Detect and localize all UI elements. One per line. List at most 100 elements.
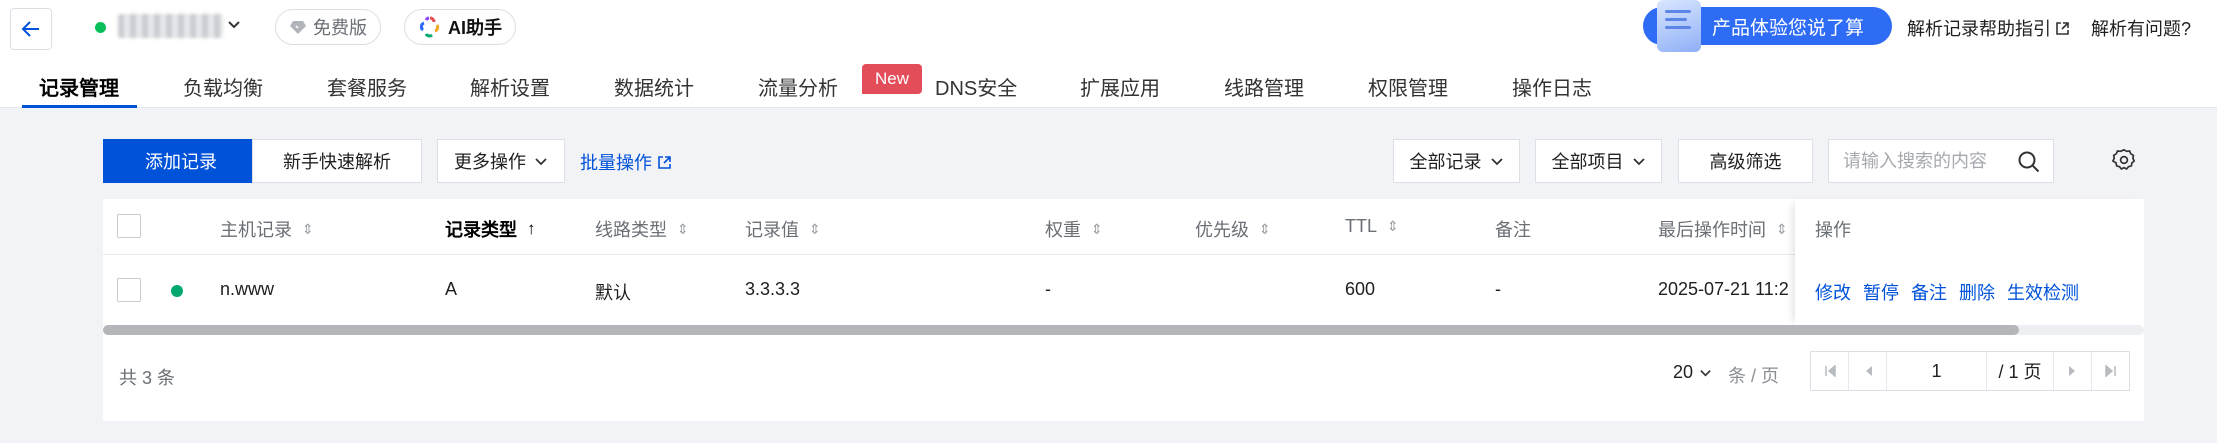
diamond-icon xyxy=(290,21,306,34)
pagination: / 1 页 xyxy=(1810,351,2130,391)
gear-icon[interactable] xyxy=(2112,148,2136,172)
tab-line-management[interactable]: 线路管理 xyxy=(1224,72,1304,101)
total-count: 共 3 条 xyxy=(119,368,176,388)
chevron-down-icon xyxy=(1632,158,1645,166)
cell-line: 默认 xyxy=(595,283,631,303)
survey-document-icon xyxy=(1657,0,1701,52)
chevron-down-icon xyxy=(535,158,547,166)
cell-ttl: 600 xyxy=(1345,279,1376,299)
sort-icon[interactable]: ⇕ xyxy=(1259,221,1271,238)
ai-assistant-label: AI助手 xyxy=(448,18,502,38)
external-link-icon xyxy=(658,155,671,169)
pause-link[interactable]: 暂停 xyxy=(1863,279,1899,305)
quick-resolve-label: 新手快速解析 xyxy=(283,152,391,172)
row-checkbox[interactable] xyxy=(117,278,141,302)
column-host[interactable]: 主机记录 ⇕ xyxy=(220,216,314,242)
column-last-op-time[interactable]: 最后操作时间 ⇕ xyxy=(1658,216,1788,242)
page-size-value: 20 xyxy=(1673,362,1694,382)
column-ttl[interactable]: TTL ⇕ xyxy=(1345,216,1399,237)
cell-value: 3.3.3.3 xyxy=(745,279,801,299)
all-projects-filter[interactable]: 全部项目 xyxy=(1535,139,1662,183)
horizontal-scrollbar[interactable] xyxy=(103,325,2144,335)
tab-record-management[interactable]: 记录管理 xyxy=(39,72,119,101)
batch-ops-link[interactable]: 批量操作 xyxy=(580,149,672,175)
cell-type: A xyxy=(445,279,458,299)
free-plan-badge[interactable]: 免费版 xyxy=(275,9,381,45)
page-number-input[interactable] xyxy=(1887,352,1987,390)
new-badge: New xyxy=(862,64,922,94)
tab-package-service[interactable]: 套餐服务 xyxy=(327,72,407,101)
sort-icon[interactable]: ⇕ xyxy=(809,221,821,238)
check-effect-link[interactable]: 生效检测 xyxy=(2007,279,2079,305)
ai-assistant-button[interactable]: AI助手 xyxy=(404,9,516,45)
sort-ascending-icon[interactable]: ↑ xyxy=(527,219,536,239)
batch-ops-label: 批量操作 xyxy=(580,153,652,173)
advanced-filter-button[interactable]: 高级筛选 xyxy=(1678,139,1813,183)
tab-dns-security[interactable]: DNS安全 xyxy=(935,72,1017,101)
more-ops-dropdown[interactable]: 更多操作 xyxy=(437,139,565,183)
search-box xyxy=(1828,139,2054,183)
cell-host: n.www xyxy=(220,279,275,299)
advanced-filter-label: 高级筛选 xyxy=(1709,152,1782,172)
scrollbar-thumb[interactable] xyxy=(103,325,2019,335)
records-table-card: 主机记录 ⇕ 记录类型 ↑ 线路类型 ⇕ 记录值 ⇕ 权重 ⇕ 优先级 ⇕ TT… xyxy=(103,199,2144,421)
row-actions: 修改 暂停 备注 删除 生效检测 xyxy=(1815,279,2079,305)
search-input[interactable] xyxy=(1829,140,2009,182)
all-records-label: 全部记录 xyxy=(1409,152,1482,172)
column-line[interactable]: 线路类型 ⇕ xyxy=(595,216,689,242)
sort-icon[interactable]: ⇕ xyxy=(1776,221,1788,238)
edit-link[interactable]: 修改 xyxy=(1815,279,1851,305)
operations-column: 操作 修改 暂停 备注 删除 生效检测 xyxy=(1795,199,2144,325)
dns-issue-link[interactable]: 解析有问题? xyxy=(2091,15,2191,41)
sort-icon[interactable]: ⇕ xyxy=(1387,218,1399,235)
free-plan-label: 免费版 xyxy=(313,18,367,38)
sort-icon[interactable]: ⇕ xyxy=(677,221,689,238)
tab-traffic-analysis[interactable]: 流量分析 xyxy=(758,72,838,101)
prev-page-icon xyxy=(1865,366,1872,376)
tab-operation-log[interactable]: 操作日志 xyxy=(1512,72,1592,101)
add-record-label: 添加记录 xyxy=(145,152,217,172)
column-weight[interactable]: 权重 ⇕ xyxy=(1045,216,1103,242)
help-guide-label: 解析记录帮助指引 xyxy=(1907,19,2051,39)
cell-weight: - xyxy=(1045,279,1051,299)
delete-link[interactable]: 删除 xyxy=(1959,279,1995,305)
tab-permissions[interactable]: 权限管理 xyxy=(1368,72,1448,101)
tab-resolve-settings[interactable]: 解析设置 xyxy=(470,72,550,101)
promo-label: 产品体验您说了算 xyxy=(1711,17,1864,39)
domain-status-dot xyxy=(95,22,106,33)
remark-link[interactable]: 备注 xyxy=(1911,279,1947,305)
column-value[interactable]: 记录值 ⇕ xyxy=(745,216,821,242)
help-guide-link[interactable]: 解析记录帮助指引 xyxy=(1907,15,2070,41)
first-page-button[interactable] xyxy=(1811,352,1849,390)
all-records-filter[interactable]: 全部记录 xyxy=(1393,139,1520,183)
column-operations: 操作 xyxy=(1815,220,1851,240)
first-page-icon xyxy=(1824,365,1836,377)
total-pages: / 1 页 xyxy=(1998,362,2042,382)
quick-resolve-button[interactable]: 新手快速解析 xyxy=(252,139,422,183)
column-priority[interactable]: 优先级 ⇕ xyxy=(1195,216,1271,242)
sort-icon[interactable]: ⇕ xyxy=(302,221,314,238)
page-size-unit: 条 / 页 xyxy=(1728,366,1780,386)
page-size-select[interactable]: 20 xyxy=(1673,362,1712,383)
chevron-down-icon[interactable] xyxy=(226,16,242,32)
search-icon[interactable] xyxy=(2017,150,2041,174)
column-type[interactable]: 记录类型 ↑ xyxy=(445,216,536,242)
tab-extensions[interactable]: 扩展应用 xyxy=(1080,72,1160,101)
main-tabs: 记录管理 负载均衡 套餐服务 解析设置 数据统计 流量分析 New DNS安全 … xyxy=(0,62,2217,108)
external-link-icon xyxy=(2056,21,2069,35)
tab-load-balancing[interactable]: 负载均衡 xyxy=(183,72,263,101)
back-button[interactable] xyxy=(10,8,52,50)
add-record-button[interactable]: 添加记录 xyxy=(103,139,259,183)
sort-icon[interactable]: ⇕ xyxy=(1091,221,1103,238)
select-all-checkbox[interactable] xyxy=(117,214,141,238)
record-status-dot xyxy=(171,285,183,297)
column-remark: 备注 xyxy=(1495,220,1531,240)
feedback-promo-button[interactable]: 产品体验您说了算 xyxy=(1643,0,1892,52)
last-page-button[interactable] xyxy=(2091,352,2129,390)
tab-statistics[interactable]: 数据统计 xyxy=(614,72,694,101)
top-bar: 免费版 AI助手 产品体验您说了算 解析记录帮助指引 解析有问题? 记录管理 负… xyxy=(0,0,2217,108)
domain-selector-name-redacted[interactable] xyxy=(118,14,223,38)
prev-page-button[interactable] xyxy=(1849,352,1887,390)
chevron-down-icon xyxy=(1700,370,1711,377)
next-page-button[interactable] xyxy=(2053,352,2091,390)
